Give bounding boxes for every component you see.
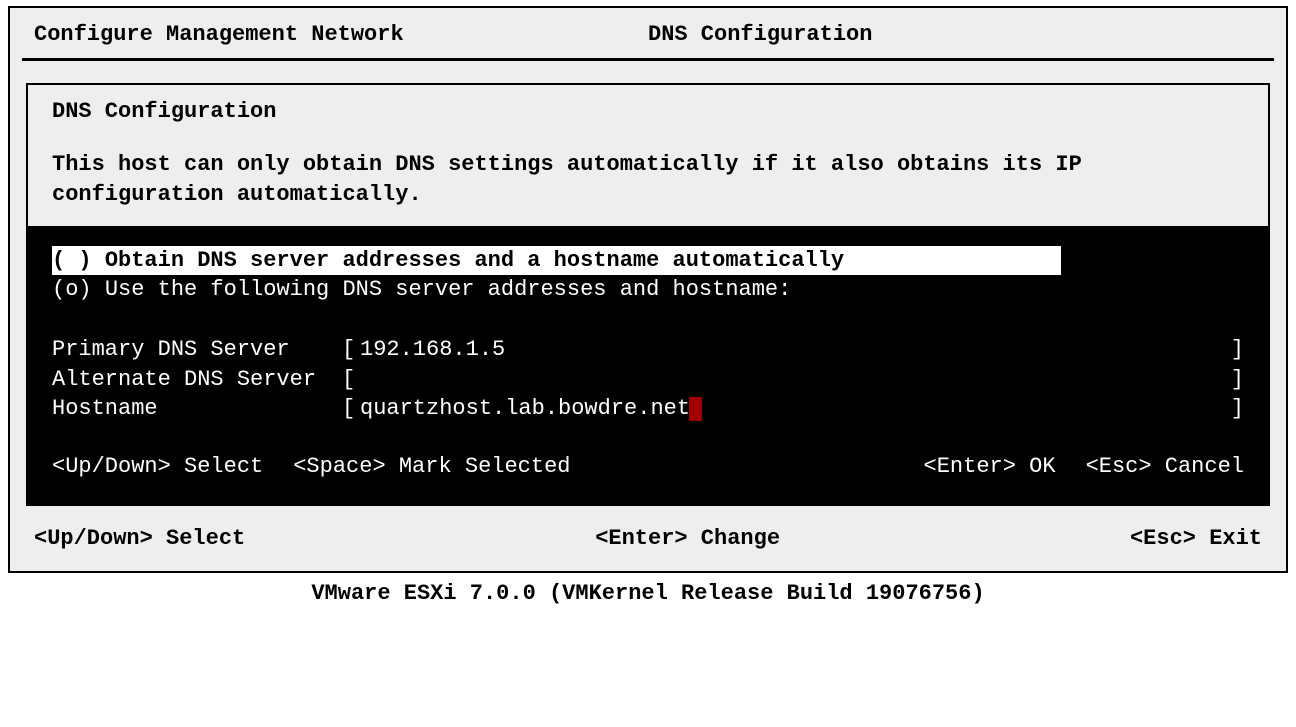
radio-manual-mark: (o) xyxy=(52,277,92,302)
ok-button[interactable]: <Enter> OK xyxy=(924,452,1056,482)
dialog-body: ( ) Obtain DNS server addresses and a ho… xyxy=(28,226,1268,504)
alternate-dns-input[interactable] xyxy=(360,365,1226,395)
breadcrumb: Configure Management Network xyxy=(34,20,648,50)
dialog-help-bar: <Up/Down> Select <Space> Mark Selected <… xyxy=(28,424,1268,482)
header-divider xyxy=(22,58,1274,61)
radio-manual[interactable]: (o) Use the following DNS server address… xyxy=(28,275,1268,305)
cancel-button[interactable]: <Esc> Cancel xyxy=(1086,452,1244,482)
dialog-title: DNS Configuration xyxy=(52,97,1244,127)
primary-dns-row[interactable]: Primary DNS Server [ 192.168.1.5 ] xyxy=(28,335,1268,365)
dialog-description: This host can only obtain DNS settings a… xyxy=(52,150,1244,209)
blank-line xyxy=(28,305,1268,335)
hostname-row[interactable]: Hostname [ quartzhost.lab.bowdre.net ] xyxy=(28,394,1268,424)
footer-help-bar: <Up/Down> Select <Enter> Change <Esc> Ex… xyxy=(10,516,1286,554)
version-string: VMware ESXi 7.0.0 (VMKernel Release Buil… xyxy=(0,573,1296,615)
primary-dns-input[interactable]: 192.168.1.5 xyxy=(360,335,1226,365)
radio-auto-mark: ( ) xyxy=(52,248,92,273)
radio-auto[interactable]: ( ) Obtain DNS server addresses and a ho… xyxy=(28,246,1268,276)
primary-dns-label: Primary DNS Server xyxy=(52,335,342,365)
radio-auto-label: Obtain DNS server addresses and a hostna… xyxy=(105,248,844,273)
hostname-input[interactable]: quartzhost.lab.bowdre.net xyxy=(360,394,1226,424)
bracket-close-icon: ] xyxy=(1226,335,1244,365)
help-space: <Space> Mark Selected xyxy=(293,452,570,482)
footer-enter[interactable]: <Enter> Change xyxy=(595,524,780,554)
dns-config-dialog: DNS Configuration This host can only obt… xyxy=(26,83,1270,506)
dialog-header: DNS Configuration This host can only obt… xyxy=(28,85,1268,226)
help-updown: <Up/Down> Select xyxy=(52,452,263,482)
bracket-open-icon: [ xyxy=(342,394,360,424)
bracket-open-icon: [ xyxy=(342,335,360,365)
bracket-close-icon: ] xyxy=(1226,394,1244,424)
alternate-dns-label: Alternate DNS Server xyxy=(52,365,342,395)
dcui-screen: Configure Management Network DNS Configu… xyxy=(8,6,1288,573)
bracket-open-icon: [ xyxy=(342,365,360,395)
text-cursor-icon xyxy=(689,397,702,421)
bracket-close-icon: ] xyxy=(1226,365,1244,395)
footer-updown: <Up/Down> Select xyxy=(34,524,245,554)
footer-esc[interactable]: <Esc> Exit xyxy=(1130,524,1262,554)
hostname-label: Hostname xyxy=(52,394,342,424)
alternate-dns-row[interactable]: Alternate DNS Server [ ] xyxy=(28,365,1268,395)
header: Configure Management Network DNS Configu… xyxy=(10,8,1286,58)
page-title: DNS Configuration xyxy=(648,20,1262,50)
radio-manual-label: Use the following DNS server addresses a… xyxy=(105,277,792,302)
